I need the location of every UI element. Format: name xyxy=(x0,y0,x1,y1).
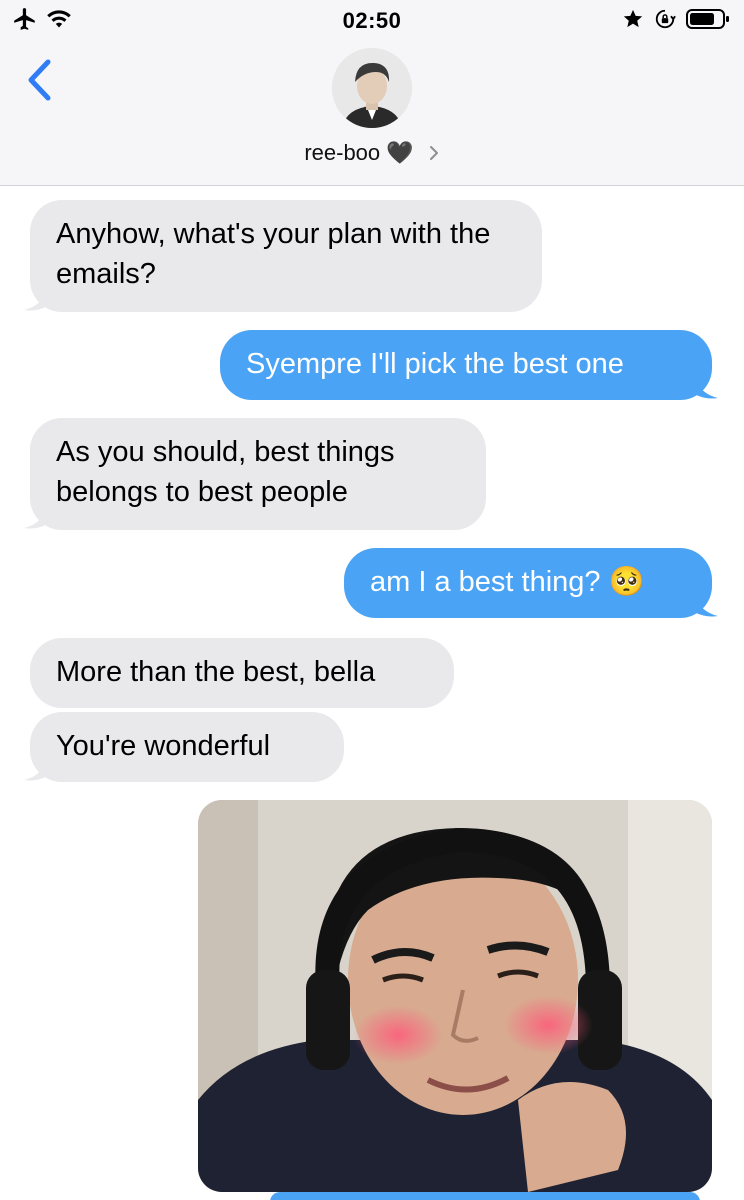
message-text: You're wonderful xyxy=(56,730,271,762)
back-button[interactable] xyxy=(22,56,56,104)
status-bar: 02:50 xyxy=(0,0,744,40)
orientation-lock-icon xyxy=(655,9,676,29)
received-message[interactable]: More than the best, bella xyxy=(30,638,454,708)
message-text: More than the best, bella xyxy=(56,656,376,688)
message-text: am I a best thing? 🥺 xyxy=(370,566,645,598)
bubble-tail xyxy=(24,758,48,781)
chevron-right-icon xyxy=(429,146,438,160)
received-message[interactable]: Anyhow, what's your plan with the emails… xyxy=(24,200,542,312)
bubble-tail xyxy=(24,288,48,311)
sent-message-partial[interactable] xyxy=(270,1192,700,1200)
contact-avatar-photo xyxy=(332,48,412,128)
battery-icon xyxy=(686,9,729,29)
contact-avatar[interactable] xyxy=(332,48,412,128)
contact-name: ree-boo 🖤 xyxy=(304,140,414,165)
bubble-tail xyxy=(694,376,718,399)
bubble-tail xyxy=(24,506,48,529)
conversation-header: 02:50 ree-boo 🖤 xyxy=(0,0,744,186)
contact-name-button[interactable]: ree-boo 🖤 xyxy=(0,136,744,170)
sent-message[interactable]: am I a best thing? 🥺 xyxy=(344,548,718,618)
bubble-tail xyxy=(694,594,718,617)
message-text: As you should, best things belongs to be… xyxy=(56,436,395,508)
status-right-icons xyxy=(622,8,730,30)
message-text: Anyhow, what's your plan with the emails… xyxy=(56,218,491,290)
message-text: Syempre I'll pick the best one xyxy=(246,348,624,380)
received-message[interactable]: You're wonderful xyxy=(24,712,344,782)
sent-photo-message[interactable] xyxy=(198,800,712,1192)
star-icon xyxy=(623,9,643,28)
received-message[interactable]: As you should, best things belongs to be… xyxy=(24,418,486,530)
chevron-left-icon xyxy=(28,59,51,101)
sent-message[interactable]: Syempre I'll pick the best one xyxy=(220,330,718,400)
photo-image xyxy=(198,800,712,1192)
